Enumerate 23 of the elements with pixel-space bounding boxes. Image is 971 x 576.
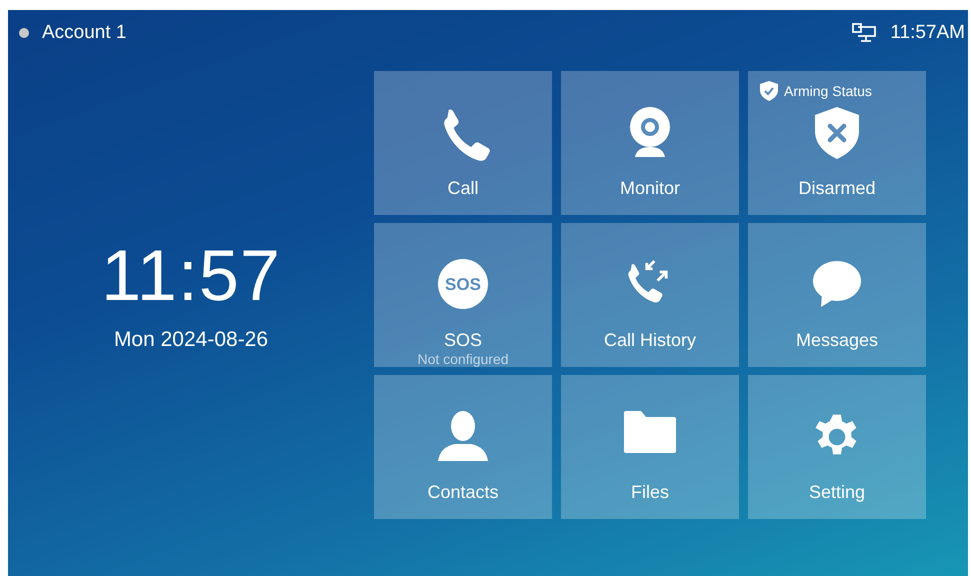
account-name: Account 1 <box>42 22 126 44</box>
clock-time: 11:57 <box>101 240 281 312</box>
clock-date: Mon 2024-08-26 <box>114 328 268 352</box>
network-icon <box>852 22 876 42</box>
person-icon <box>438 411 488 461</box>
app-tile[interactable]: Files <box>561 375 739 519</box>
folder-icon <box>624 411 676 453</box>
speech-bubble-icon <box>812 259 862 309</box>
app-tile[interactable]: Call History <box>561 223 739 367</box>
arming-status-label: Arming Status <box>784 83 872 99</box>
tile-note: Not configured <box>417 351 509 367</box>
app-tile[interactable]: Call <box>374 71 552 215</box>
app-tile[interactable]: Setting <box>748 375 926 519</box>
app-tile[interactable]: Messages <box>748 223 926 367</box>
app-tile[interactable]: SOS SOS Not configured <box>374 223 552 367</box>
sos-icon: SOS <box>438 259 488 309</box>
status-time: 11:57AM <box>890 22 965 44</box>
shield-x-icon <box>815 107 859 159</box>
webcam-icon <box>629 107 671 157</box>
shield-check-icon <box>760 81 778 101</box>
app-tile[interactable]: Contacts <box>374 375 552 519</box>
app-tile[interactable]: Monitor <box>561 71 739 215</box>
app-tile[interactable]: Arming Status Disarmed <box>748 71 926 215</box>
